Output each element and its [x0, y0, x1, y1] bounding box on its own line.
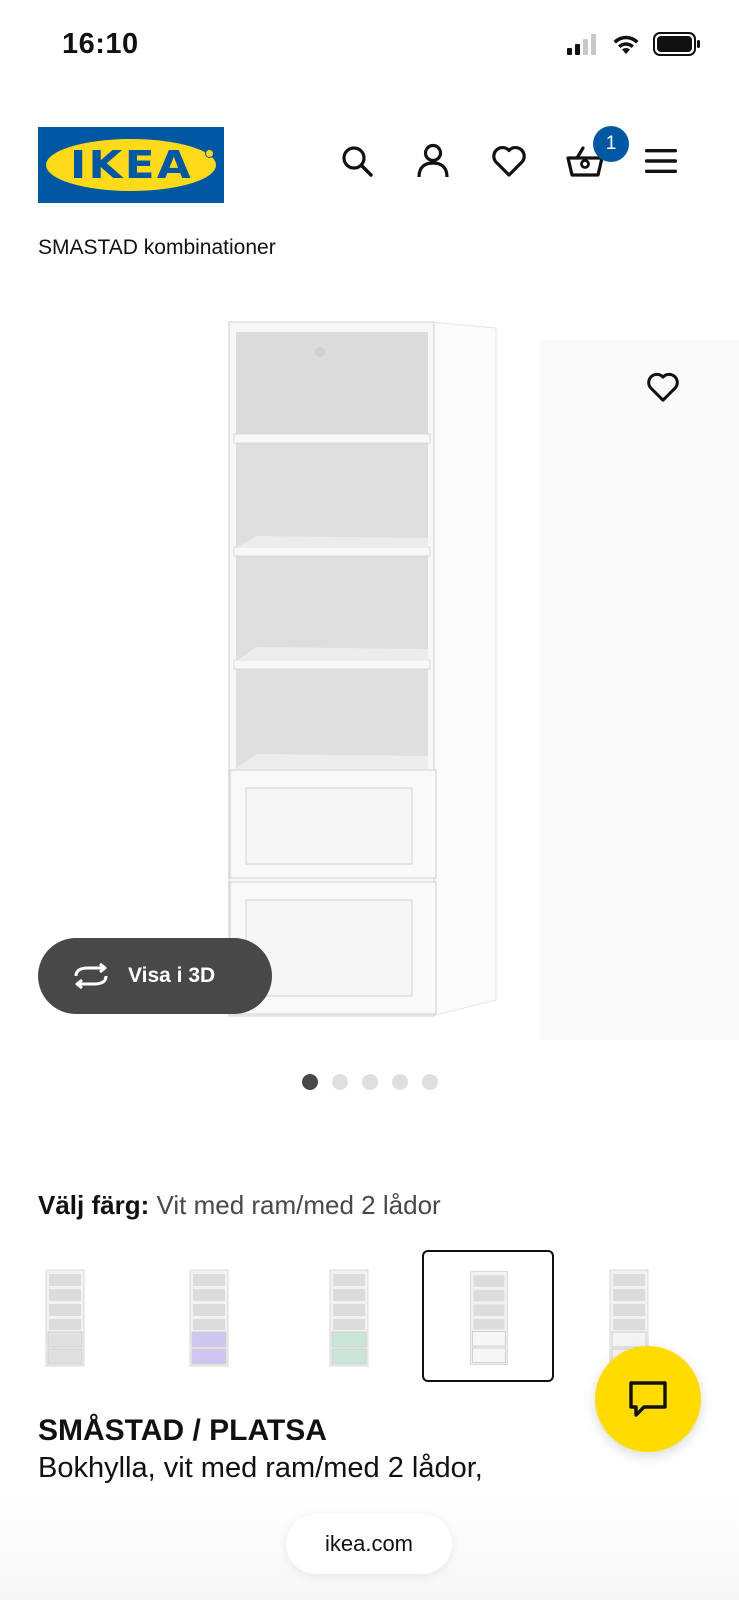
cart-count-badge: 1 — [593, 126, 629, 162]
shopping-cart-icon[interactable]: 1 — [566, 126, 629, 180]
product-name: SMÅSTAD / PLATSA — [38, 1414, 327, 1447]
rotate-3d-icon — [74, 963, 108, 989]
menu-icon[interactable] — [642, 142, 680, 180]
account-icon[interactable] — [414, 142, 452, 180]
status-icons — [567, 32, 701, 56]
site-header: IKEA 1 — [0, 120, 739, 210]
swatch-shelf-thumbnail — [470, 1270, 508, 1365]
cellular-signal-icon — [567, 34, 596, 55]
swatch-shelf-thumbnail — [45, 1269, 85, 1367]
carousel-dot[interactable] — [331, 1074, 348, 1090]
color-swatch-lilac[interactable] — [142, 1250, 274, 1382]
chat-bubble-icon — [629, 1381, 667, 1417]
wifi-icon — [613, 35, 639, 54]
swatch-shelf-thumbnail — [189, 1269, 229, 1367]
color-selector-heading: Välj färg: Vit med ram/med 2 lådor — [38, 1190, 441, 1221]
logo-text: IKEA — [69, 143, 193, 187]
carousel-dot[interactable] — [421, 1074, 438, 1090]
color-label: Välj färg: — [38, 1190, 150, 1220]
carousel-dot[interactable] — [361, 1074, 378, 1090]
search-icon[interactable] — [338, 142, 376, 180]
image-favorite-heart-icon[interactable] — [628, 352, 698, 422]
header-actions: 1 — [338, 126, 680, 180]
color-swatch-white-grey[interactable] — [0, 1250, 132, 1382]
color-swatch-white-frame[interactable] — [422, 1250, 554, 1382]
carousel-dot[interactable] — [301, 1074, 318, 1090]
status-time: 16:10 — [62, 28, 139, 60]
battery-icon — [653, 32, 700, 56]
carousel-dot[interactable] — [391, 1074, 408, 1090]
view-in-3d-label: Visa i 3D — [128, 964, 216, 987]
swatch-shelf-thumbnail — [329, 1269, 369, 1367]
status-bar: 16:10 — [0, 0, 739, 90]
favorites-heart-icon[interactable] — [490, 142, 528, 180]
ikea-logo[interactable]: IKEA — [38, 127, 224, 203]
color-value: Vit med ram/med 2 lådor — [156, 1190, 441, 1220]
breadcrumb[interactable]: SMASTAD kombinationer — [38, 236, 276, 260]
chat-button[interactable] — [595, 1346, 701, 1452]
color-swatch-mint[interactable] — [282, 1250, 414, 1382]
carousel-dots — [0, 1074, 739, 1090]
logo-oval: IKEA — [46, 139, 216, 191]
registered-mark — [205, 149, 214, 158]
browser-url-pill[interactable]: ikea.com — [286, 1514, 452, 1574]
view-in-3d-button[interactable]: Visa i 3D — [38, 938, 272, 1014]
product-description: Bokhylla, vit med ram/med 2 lådor, — [38, 1452, 483, 1484]
